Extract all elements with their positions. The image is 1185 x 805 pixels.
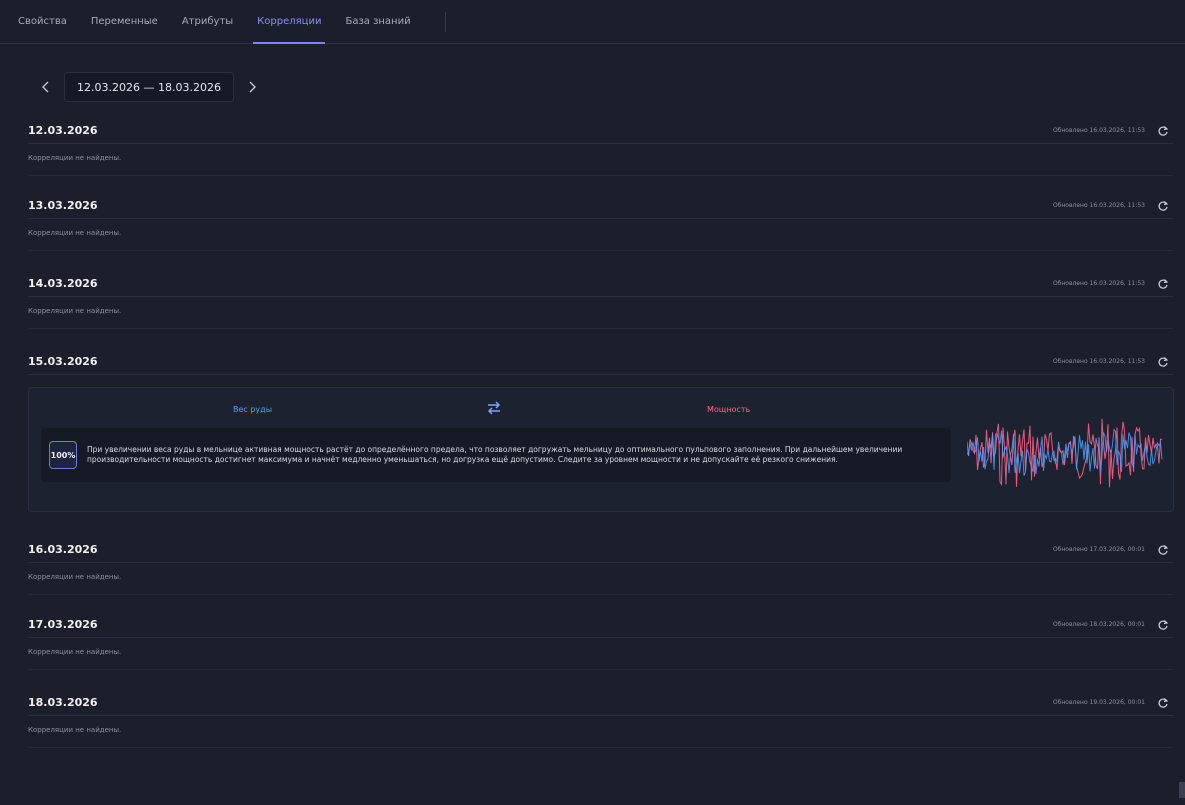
day-date: 14.03.2026	[28, 277, 98, 290]
tab-knowledge-base[interactable]: База знаний	[345, 0, 410, 44]
day-header: 16.03.2026 Обновлено 17.03.2026, 00:01	[28, 537, 1173, 563]
day-header: 18.03.2026 Обновлено 19.03.2026, 00:01	[28, 690, 1173, 716]
tabs-divider	[445, 12, 446, 32]
refresh-icon[interactable]	[1157, 356, 1169, 368]
day-date: 12.03.2026	[28, 124, 98, 137]
empty-state-text: Корреляции не найдены.	[28, 229, 1173, 251]
refresh-icon[interactable]	[1157, 697, 1169, 709]
day-date: 18.03.2026	[28, 696, 98, 709]
day-date: 16.03.2026	[28, 543, 98, 556]
swap-arrows-icon[interactable]	[486, 400, 502, 416]
chevron-left-icon[interactable]	[36, 72, 56, 102]
refresh-icon[interactable]	[1157, 619, 1169, 631]
day-section: 13.03.2026 Обновлено 16.03.2026, 11:53 К…	[28, 193, 1173, 251]
day-section: 12.03.2026 Обновлено 16.03.2026, 11:53 К…	[28, 118, 1173, 176]
day-section: 16.03.2026 Обновлено 17.03.2026, 00:01 К…	[28, 537, 1173, 595]
description-text: При увеличении веса руды в мельнице акти…	[87, 445, 903, 464]
day-section: 18.03.2026 Обновлено 19.03.2026, 00:01 К…	[28, 690, 1173, 748]
date-range-display[interactable]: 12.03.2026 — 18.03.2026	[64, 72, 234, 102]
refresh-icon[interactable]	[1157, 200, 1169, 212]
tab-attributes[interactable]: Атрибуты	[182, 0, 233, 44]
day-header: 15.03.2026 Обновлено 16.03.2026, 11:53	[28, 349, 1173, 375]
updated-timestamp: Обновлено 16.03.2026, 11:53	[1052, 358, 1145, 365]
day-header: 14.03.2026 Обновлено 16.03.2026, 11:53	[28, 271, 1173, 297]
day-date: 17.03.2026	[28, 618, 98, 631]
correlation-card[interactable]: Вес руды Мощность 100% При увеличении ве…	[28, 387, 1174, 512]
tab-variables[interactable]: Переменные	[91, 0, 158, 44]
empty-state-text: Корреляции не найдены.	[28, 154, 1173, 176]
confidence-badge: 100%	[49, 441, 77, 469]
updated-timestamp: Обновлено 16.03.2026, 11:53	[1052, 202, 1145, 209]
correlation-description: 100% При увеличении веса руды в мельнице…	[41, 428, 951, 482]
day-header: 17.03.2026 Обновлено 18.03.2026, 00:01	[28, 612, 1173, 638]
chevron-right-icon[interactable]	[242, 72, 262, 102]
day-date: 15.03.2026	[28, 355, 98, 368]
tab-correlations[interactable]: Корреляции	[253, 0, 326, 44]
empty-state-text: Корреляции не найдены.	[28, 648, 1173, 670]
day-section: 17.03.2026 Обновлено 18.03.2026, 00:01 К…	[28, 612, 1173, 670]
empty-state-text: Корреляции не найдены.	[28, 726, 1173, 748]
refresh-icon[interactable]	[1157, 278, 1169, 290]
refresh-icon[interactable]	[1157, 544, 1169, 556]
correlation-waveform	[967, 418, 1163, 488]
updated-timestamp: Обновлено 16.03.2026, 11:53	[1052, 127, 1145, 134]
updated-timestamp: Обновлено 16.03.2026, 11:53	[1052, 280, 1145, 287]
day-header: 12.03.2026 Обновлено 16.03.2026, 11:53	[28, 118, 1173, 144]
variable-left[interactable]: Вес руды	[233, 405, 272, 414]
empty-state-text: Корреляции не найдены.	[28, 573, 1173, 595]
tab-bar: Свойства Переменные Атрибуты Корреляции …	[0, 0, 1185, 44]
day-header: 13.03.2026 Обновлено 16.03.2026, 11:53	[28, 193, 1173, 219]
updated-timestamp: Обновлено 17.03.2026, 00:01	[1052, 546, 1145, 553]
updated-timestamp: Обновлено 19.03.2026, 00:01	[1052, 699, 1145, 706]
variable-right[interactable]: Мощность	[707, 405, 750, 414]
day-date: 13.03.2026	[28, 199, 98, 212]
day-section: 14.03.2026 Обновлено 16.03.2026, 11:53 К…	[28, 271, 1173, 329]
day-section: 15.03.2026 Обновлено 16.03.2026, 11:53	[28, 349, 1173, 375]
empty-state-text: Корреляции не найдены.	[28, 307, 1173, 329]
date-range-navigator: 12.03.2026 — 18.03.2026	[36, 72, 262, 102]
scroll-corner[interactable]	[1179, 782, 1185, 798]
refresh-icon[interactable]	[1157, 125, 1169, 137]
updated-timestamp: Обновлено 18.03.2026, 00:01	[1052, 621, 1145, 628]
tab-properties[interactable]: Свойства	[18, 0, 67, 44]
